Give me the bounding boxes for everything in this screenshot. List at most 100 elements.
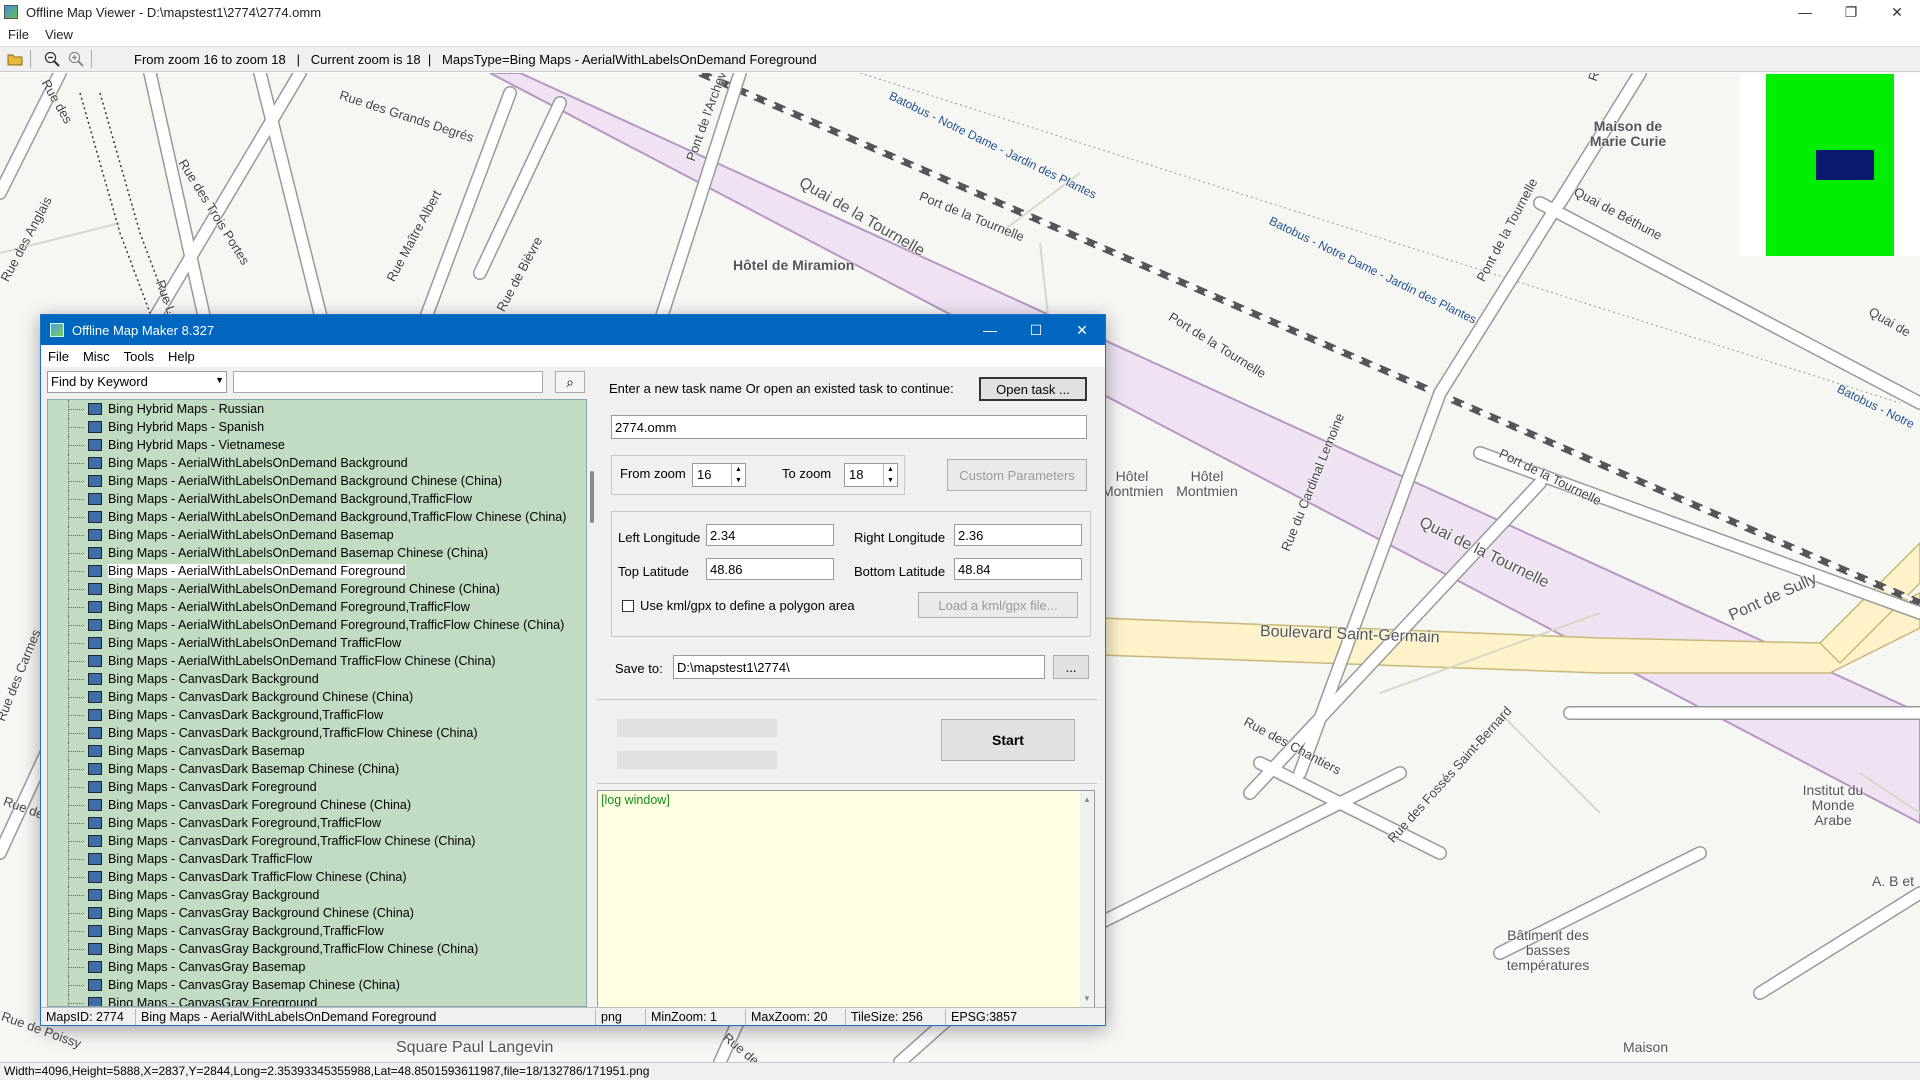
map-list-item[interactable]: Bing Maps - AerialWithLabelsOnDemand For… bbox=[48, 562, 586, 580]
task-name-input[interactable] bbox=[611, 415, 1087, 439]
save-path-input[interactable] bbox=[673, 655, 1045, 679]
map-list-item[interactable]: Bing Maps - CanvasGray Background bbox=[48, 886, 586, 904]
search-input[interactable] bbox=[233, 371, 543, 393]
top-latitude-input[interactable] bbox=[706, 558, 834, 580]
map-tile-icon bbox=[88, 745, 102, 757]
left-longitude-input[interactable] bbox=[706, 524, 834, 546]
map-tile-icon bbox=[88, 889, 102, 901]
map-list-item[interactable]: Bing Maps - AerialWithLabelsOnDemand Bas… bbox=[48, 544, 586, 562]
map-list-item-label: Bing Maps - CanvasDark Foreground,Traffi… bbox=[108, 834, 476, 848]
minimap-viewport[interactable] bbox=[1816, 150, 1874, 180]
dialog-maximize-button[interactable]: ☐ bbox=[1013, 315, 1059, 345]
from-zoom-value: 16 bbox=[697, 467, 712, 482]
search-button[interactable]: ⌕ bbox=[555, 371, 585, 393]
search-mode-select[interactable]: Find by Keyword ▼ bbox=[47, 371, 227, 393]
map-list-item[interactable]: Bing Maps - CanvasDark Background Chines… bbox=[48, 688, 586, 706]
map-list-item[interactable]: Bing Maps - CanvasDark Foreground Chines… bbox=[48, 796, 586, 814]
map-type-tree[interactable]: Bing Hybrid Maps - Russian Bing Hybrid Ma… bbox=[47, 399, 587, 1007]
log-window[interactable]: [log window] ▲ ▼ bbox=[597, 790, 1095, 1008]
updown-arrows-icon[interactable]: ▲ ▼ bbox=[731, 464, 745, 486]
map-list-item[interactable]: Bing Maps - CanvasGray Background Chines… bbox=[48, 904, 586, 922]
dialog-menu-help[interactable]: Help bbox=[161, 349, 202, 364]
map-list-item[interactable]: Bing Maps - CanvasDark Foreground,Traffi… bbox=[48, 814, 586, 832]
from-zoom-stepper[interactable]: 16 ▲ ▼ bbox=[692, 463, 746, 487]
status-min-zoom: MinZoom: 1 bbox=[646, 1008, 746, 1025]
map-tile-icon bbox=[88, 565, 102, 577]
updown-arrows-icon[interactable]: ▲ ▼ bbox=[883, 464, 897, 486]
map-tile-icon bbox=[88, 547, 102, 559]
log-scrollbar[interactable]: ▲ ▼ bbox=[1080, 791, 1094, 1007]
map-list-item[interactable]: Bing Maps - CanvasGray Foreground bbox=[48, 994, 586, 1006]
dialog-menu-tools[interactable]: Tools bbox=[117, 349, 161, 364]
tree-scrollbar[interactable] bbox=[589, 399, 597, 1007]
zoom-out-icon[interactable] bbox=[43, 50, 61, 68]
dialog-title-bar: Offline Map Maker 8.327 — ☐ ✕ bbox=[41, 315, 1105, 345]
dialog-close-button[interactable]: ✕ bbox=[1059, 315, 1105, 345]
to-zoom-stepper[interactable]: 18 ▲ ▼ bbox=[844, 463, 898, 487]
map-list-item[interactable]: Bing Maps - CanvasDark TrafficFlow bbox=[48, 850, 586, 868]
map-list-item-label: Bing Maps - CanvasGray Basemap Chinese (… bbox=[108, 978, 400, 992]
map-list-item[interactable]: Bing Maps - CanvasGray Basemap bbox=[48, 958, 586, 976]
app-title: Offline Map Viewer - D:\mapstest1\2774\2… bbox=[26, 4, 322, 20]
close-button[interactable]: ✕ bbox=[1874, 0, 1920, 24]
map-list-item[interactable]: Bing Hybrid Maps - Russian bbox=[48, 400, 586, 418]
map-list-item[interactable]: Bing Maps - CanvasGray Background,Traffi… bbox=[48, 922, 586, 940]
right-longitude-input[interactable] bbox=[954, 524, 1082, 546]
map-tile-icon bbox=[88, 457, 102, 469]
map-list-item[interactable]: Bing Maps - CanvasDark TrafficFlow Chine… bbox=[48, 868, 586, 886]
maximize-button[interactable]: ❐ bbox=[1828, 0, 1874, 24]
map-list-item[interactable]: Bing Maps - CanvasDark Foreground,Traffi… bbox=[48, 832, 586, 850]
map-tile-icon bbox=[88, 637, 102, 649]
map-list-item[interactable]: Bing Maps - AerialWithLabelsOnDemand Bac… bbox=[48, 472, 586, 490]
map-list-item[interactable]: Bing Maps - AerialWithLabelsOnDemand For… bbox=[48, 580, 586, 598]
dialog-menu-file[interactable]: File bbox=[41, 349, 76, 364]
scroll-thumb[interactable] bbox=[590, 471, 594, 523]
map-list-item[interactable]: Bing Maps - AerialWithLabelsOnDemand Bas… bbox=[48, 526, 586, 544]
map-list-item[interactable]: Bing Maps - AerialWithLabelsOnDemand For… bbox=[48, 616, 586, 634]
start-button[interactable]: Start bbox=[941, 719, 1075, 761]
map-list-item[interactable]: Bing Maps - CanvasGray Background,Traffi… bbox=[48, 940, 586, 958]
dialog-minimize-button[interactable]: — bbox=[967, 315, 1013, 345]
app-icon bbox=[4, 5, 18, 19]
dialog-title: Offline Map Maker 8.327 bbox=[72, 322, 215, 338]
load-kml-button[interactable]: Load a kml/gpx file... bbox=[918, 592, 1078, 618]
zoom-in-icon[interactable] bbox=[67, 50, 85, 68]
overview-minimap[interactable] bbox=[1740, 74, 1920, 256]
custom-parameters-button[interactable]: Custom Parameters bbox=[947, 459, 1087, 491]
map-list-item[interactable]: Bing Maps - AerialWithLabelsOnDemand Bac… bbox=[48, 454, 586, 472]
map-list-item[interactable]: Bing Maps - CanvasDark Background bbox=[48, 670, 586, 688]
minimize-button[interactable]: — bbox=[1782, 0, 1828, 24]
map-list-item[interactable]: Bing Maps - CanvasDark Background,Traffi… bbox=[48, 724, 586, 742]
poi-label: Maison bbox=[1623, 1039, 1669, 1055]
browse-button[interactable]: ... bbox=[1053, 655, 1089, 679]
dotted-path bbox=[79, 92, 151, 314]
dialog-status-bar: MapsID: 2774 Bing Maps - AerialWithLabel… bbox=[41, 1007, 1105, 1025]
map-list-item-label: Bing Maps - AerialWithLabelsOnDemand For… bbox=[108, 618, 565, 632]
map-list-item[interactable]: Bing Maps - CanvasDark Background,Traffi… bbox=[48, 706, 586, 724]
bottom-latitude-input[interactable] bbox=[954, 558, 1082, 580]
map-tile-icon bbox=[88, 763, 102, 775]
map-list-item[interactable]: Bing Hybrid Maps - Spanish bbox=[48, 418, 586, 436]
main-status-bar: Width=4096,Height=5888,X=2837,Y=2844,Lon… bbox=[0, 1062, 1920, 1080]
map-list-item-label: Bing Maps - CanvasGray Background,Traffi… bbox=[108, 942, 479, 956]
map-list-item[interactable]: Bing Maps - AerialWithLabelsOnDemand For… bbox=[48, 598, 586, 616]
map-list-item[interactable]: Bing Maps - CanvasDark Basemap bbox=[48, 742, 586, 760]
menu-file[interactable]: File bbox=[0, 27, 37, 42]
map-list-item[interactable]: Bing Maps - CanvasGray Basemap Chinese (… bbox=[48, 976, 586, 994]
kml-polygon-checkbox[interactable] bbox=[622, 600, 634, 612]
map-list-item-label: Bing Maps - AerialWithLabelsOnDemand Bac… bbox=[108, 474, 503, 488]
open-task-button[interactable]: Open task ... bbox=[979, 377, 1087, 401]
dialog-menu-misc[interactable]: Misc bbox=[76, 349, 117, 364]
map-list-item[interactable]: Bing Hybrid Maps - Vietnamese bbox=[48, 436, 586, 454]
open-folder-icon[interactable] bbox=[6, 50, 24, 68]
map-list-item[interactable]: Bing Maps - CanvasDark Foreground bbox=[48, 778, 586, 796]
map-list-item[interactable]: Bing Maps - AerialWithLabelsOnDemand Tra… bbox=[48, 652, 586, 670]
menu-view[interactable]: View bbox=[37, 27, 81, 42]
map-list-item-label: Bing Maps - CanvasGray Background bbox=[108, 888, 320, 902]
map-list-item[interactable]: Bing Maps - AerialWithLabelsOnDemand Tra… bbox=[48, 634, 586, 652]
map-list-item[interactable]: Bing Maps - CanvasDark Basemap Chinese (… bbox=[48, 760, 586, 778]
map-list-item[interactable]: Bing Maps - AerialWithLabelsOnDemand Bac… bbox=[48, 490, 586, 508]
map-list-item[interactable]: Bing Maps - AerialWithLabelsOnDemand Bac… bbox=[48, 508, 586, 526]
map-tile-icon bbox=[88, 493, 102, 505]
save-to-label: Save to: bbox=[615, 661, 663, 676]
